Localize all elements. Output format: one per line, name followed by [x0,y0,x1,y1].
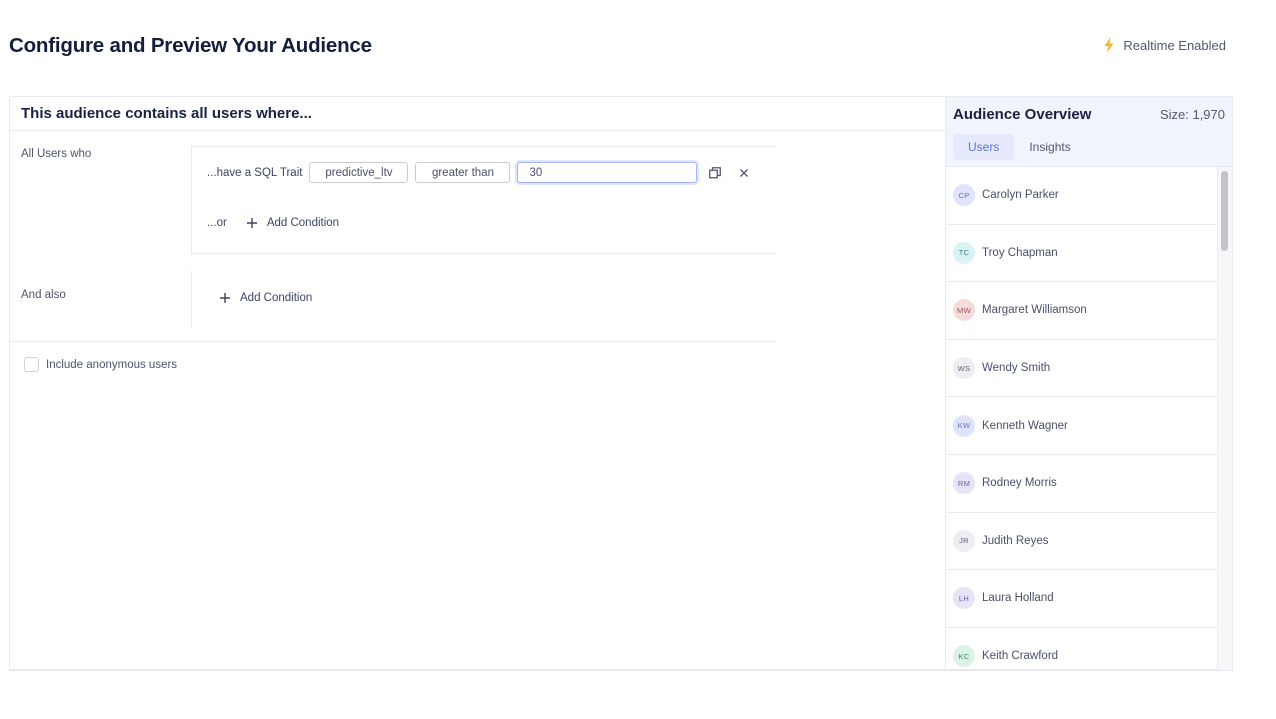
avatar: RM [953,472,975,495]
avatar: TC [953,241,975,264]
avatar: JR [953,529,975,552]
add-or-condition-button[interactable]: Add Condition [246,217,339,229]
condition-value-input[interactable] [517,162,698,183]
user-list-scrollbar[interactable] [1218,167,1232,670]
duplicate-icon [709,166,722,178]
tab-insights[interactable]: Insights [1014,134,1085,160]
page-title: Configure and Preview Your Audience [9,34,372,57]
realtime-status: Realtime Enabled [1103,37,1226,53]
or-label: ...or [207,217,227,229]
overview-header: Audience Overview Size: 1,970 Users Insi… [946,97,1232,167]
or-row: ...or Add Condition [207,217,339,229]
add-condition-label: Add Condition [240,292,313,304]
scrollbar-thumb[interactable] [1221,171,1228,251]
user-name: Margaret Williamson [982,304,1087,317]
avatar: KW [953,414,975,437]
user-list-item[interactable]: LH Laura Holland [946,570,1217,628]
user-name: Kenneth Wagner [982,419,1068,432]
include-anonymous-checkbox[interactable] [24,357,39,372]
add-condition-label: Add Condition [266,217,340,229]
avatar: MW [953,299,975,322]
section-divider [10,341,776,342]
user-list-item[interactable]: CP Carolyn Parker [946,167,1217,225]
close-icon [740,168,749,177]
user-list-item[interactable]: TC Troy Chapman [946,225,1217,283]
realtime-label: Realtime Enabled [1123,37,1226,53]
audience-overview-panel: Audience Overview Size: 1,970 Users Insi… [945,97,1232,670]
tab-users[interactable]: Users [953,134,1015,160]
include-anonymous-option: Include anonymous users [24,357,177,372]
plus-icon [220,293,230,303]
overview-title: Audience Overview [953,106,1092,123]
audience-card: This audience contains all users where..… [9,96,1233,671]
user-list-item[interactable]: WS Wendy Smith [946,340,1217,398]
plus-icon [246,218,257,228]
include-anonymous-label: Include anonymous users [46,358,178,371]
condition-builder: This audience contains all users where..… [10,97,945,669]
group-label-all-users: All Users who [21,148,92,160]
group-label-and-also: And also [21,289,66,301]
audience-size: Size: 1,970 [1159,107,1225,122]
builder-heading: This audience contains all users where..… [10,97,945,131]
operator-selector[interactable]: greater than [415,162,511,183]
lightning-bolt-icon [1104,37,1114,53]
avatar: WS [953,357,975,380]
avatar: LH [953,587,975,610]
condition-prefix: ...have a SQL Trait [207,166,303,179]
overview-tabs: Users Insights [953,134,1086,160]
user-list-item[interactable]: JR Judith Reyes [946,513,1217,571]
user-name: Laura Holland [982,592,1054,605]
user-name: Carolyn Parker [982,189,1059,202]
avatar: KC [953,645,975,668]
duplicate-condition-button[interactable] [707,165,723,181]
user-list-item[interactable]: RM Rodney Morris [946,455,1217,513]
add-and-condition-button[interactable]: Add Condition [219,292,312,304]
remove-condition-button[interactable] [736,165,752,181]
user-name: Rodney Morris [982,477,1057,490]
user-name: Troy Chapman [982,246,1058,259]
user-list-item[interactable]: MW Margaret Williamson [946,282,1217,340]
user-name: Wendy Smith [982,362,1051,375]
user-list-item[interactable]: KC Keith Crawford [946,628,1217,670]
user-name: Judith Reyes [982,534,1049,547]
condition-row: ...have a SQL Trait predictive_ltv great… [207,162,752,183]
condition-group-all-users: ...have a SQL Trait predictive_ltv great… [191,146,776,254]
user-list-item[interactable]: KW Kenneth Wagner [946,397,1217,455]
condition-group-and-also [191,271,192,327]
avatar: CP [953,184,975,207]
user-name: Keith Crawford [982,650,1059,663]
trait-selector[interactable]: predictive_ltv [309,162,409,183]
user-list: CP Carolyn Parker TC Troy Chapman MW Margaret… [946,167,1218,670]
